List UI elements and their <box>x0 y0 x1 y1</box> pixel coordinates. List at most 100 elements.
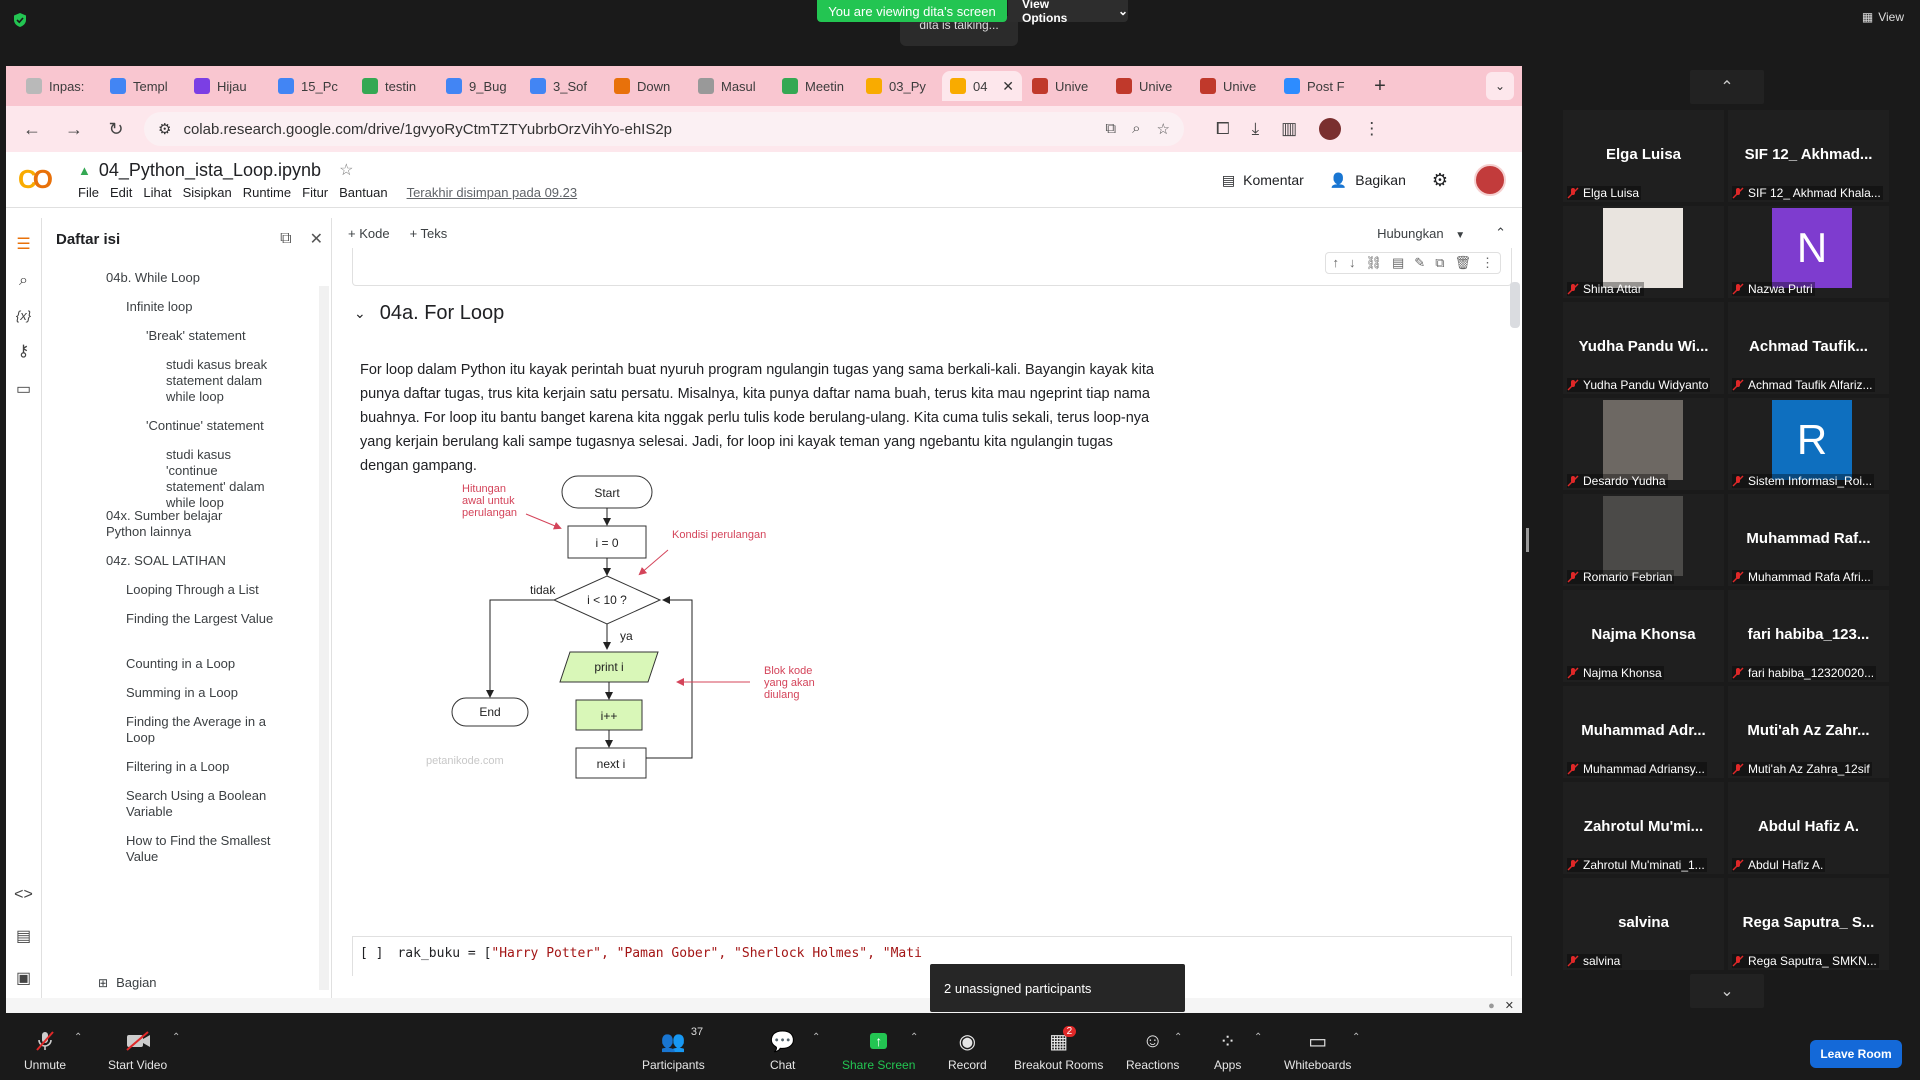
record-button[interactable]: ◉ Record <box>948 1028 987 1073</box>
browser-tab[interactable]: 04 ✕ <box>942 71 1022 101</box>
bookmark-star-icon[interactable]: ☆ <box>1157 120 1170 138</box>
toc-scrollbar[interactable] <box>319 286 329 990</box>
participant-tile[interactable]: R Sistem Informasi_Roi... <box>1728 398 1889 490</box>
browser-tab[interactable]: Hijau <box>186 71 268 101</box>
browser-tab[interactable]: Unive <box>1108 71 1190 101</box>
participant-tile[interactable]: Elga Luisa Elga Luisa <box>1563 110 1724 202</box>
toc-item[interactable]: studi kasus break statement dalam while … <box>158 357 278 405</box>
close-tab-icon[interactable]: ✕ <box>1002 78 1014 95</box>
participant-tile[interactable]: Desardo Yudha <box>1563 398 1724 490</box>
participant-tile[interactable]: Najma Khonsa Najma Khonsa <box>1563 590 1724 682</box>
participant-tile[interactable]: Shina Attar <box>1563 206 1724 298</box>
back-arrow-icon[interactable]: ← <box>18 115 46 143</box>
profile-avatar[interactable] <box>1319 118 1342 140</box>
move-up-icon[interactable]: ↑ <box>1332 255 1339 271</box>
close-icon[interactable]: ✕ <box>310 229 323 249</box>
toc-item[interactable]: How to Find the Smallest Value <box>118 833 288 865</box>
browser-tab[interactable]: Masul <box>690 71 772 101</box>
connect-runtime-button[interactable]: Hubungkan ▼ <box>1377 226 1465 241</box>
menu-item[interactable]: Lihat <box>143 185 171 200</box>
browser-tab[interactable]: 3_Sof <box>522 71 604 101</box>
site-info-icon[interactable]: ⚙ <box>158 120 171 138</box>
browser-tab[interactable]: 9_Bug <box>438 71 520 101</box>
browser-tab[interactable]: Meetin <box>774 71 856 101</box>
reactions-button[interactable]: ☺ Reactions <box>1126 1028 1179 1073</box>
toc-item[interactable]: Finding the Average in a Loop <box>118 714 288 746</box>
participant-tile[interactable]: SIF 12_ Akhmad... SIF 12_ Akhmad Khala... <box>1728 110 1889 202</box>
link-icon[interactable]: ⛓ <box>1365 255 1382 271</box>
forward-arrow-icon[interactable]: → <box>60 115 88 143</box>
toc-item[interactable]: Looping Through a List <box>118 582 288 598</box>
toc-item[interactable]: Infinite loop <box>118 299 288 315</box>
toc-item[interactable]: Summing in a Loop <box>118 685 288 701</box>
chat-button[interactable]: 💬 Chat <box>770 1028 795 1073</box>
menu-item[interactable]: Fitur <box>302 185 328 200</box>
comment-button[interactable]: ▤ Komentar <box>1222 172 1304 189</box>
last-saved-link[interactable]: Terakhir disimpan pada 09.23 <box>407 185 578 200</box>
code-cell-line[interactable]: [ ] rak_buku = ["Harry Potter", "Paman G… <box>360 946 922 961</box>
move-down-icon[interactable]: ↓ <box>1349 255 1356 271</box>
files-folder-icon[interactable]: ▭ <box>16 379 31 399</box>
close-icon[interactable]: ✕ <box>1505 999 1514 1012</box>
participant-tile[interactable]: Romario Febrian <box>1563 494 1724 586</box>
reactions-caret[interactable]: ⌃ <box>1174 1032 1182 1043</box>
participant-tile[interactable]: Rega Saputra_ S... Rega Saputra_ SMKN... <box>1728 878 1889 970</box>
comment-icon[interactable]: ▤ <box>1392 255 1404 271</box>
command-palette-icon[interactable]: ▤ <box>16 926 31 946</box>
new-tab-button[interactable]: + <box>1366 72 1394 100</box>
participant-tile[interactable]: Achmad Taufik... Achmad Taufik Alfariz... <box>1728 302 1889 394</box>
participant-tile[interactable]: Zahrotul Mu'mi... Zahrotul Mu'minati_1... <box>1563 782 1724 874</box>
participant-tile[interactable]: Abdul Hafiz A. Abdul Hafiz A. <box>1728 782 1889 874</box>
add-text-button[interactable]: + Teks <box>410 226 448 241</box>
participant-tile[interactable]: N Nazwa Putri <box>1728 206 1889 298</box>
toc-item[interactable]: Search Using a Boolean Variable <box>118 788 288 820</box>
whiteboards-button[interactable]: ▭ Whiteboards <box>1284 1028 1351 1073</box>
video-options-caret[interactable]: ⌃ <box>172 1032 180 1043</box>
notebook-title[interactable]: 04_Python_ista_Loop.ipynb <box>99 160 321 181</box>
browser-tab[interactable]: 03_Py <box>858 71 940 101</box>
apps-button[interactable]: ⁘ Apps <box>1214 1028 1241 1073</box>
unmute-button[interactable]: Unmute <box>24 1028 66 1072</box>
translate-icon[interactable]: ⧉ <box>1105 120 1116 138</box>
gallery-scroll-down-button[interactable]: ⌄ <box>1690 974 1764 1008</box>
toc-item[interactable]: 'Break' statement <box>138 328 278 344</box>
browser-tab[interactable]: 15_Pc <box>270 71 352 101</box>
variables-icon[interactable]: {x} <box>16 308 31 323</box>
panel-resize-handle[interactable] <box>1526 528 1529 552</box>
menu-item[interactable]: File <box>78 185 99 200</box>
view-button[interactable]: ▦ View <box>1862 10 1904 24</box>
section-heading[interactable]: ⌄ 04a. For Loop <box>354 302 504 325</box>
toc-item[interactable]: studi kasus 'continue statement' dalam w… <box>158 447 278 511</box>
gallery-scroll-up-button[interactable]: ⌃ <box>1690 70 1764 104</box>
apps-caret[interactable]: ⌃ <box>1254 1032 1262 1043</box>
browser-tab[interactable]: testin <box>354 71 436 101</box>
tab-search-button[interactable]: ⌄ <box>1486 72 1514 100</box>
toc-item[interactable]: Filtering in a Loop <box>118 759 288 775</box>
breakout-rooms-button[interactable]: ▦ 2 Breakout Rooms <box>1014 1026 1103 1072</box>
menu-item[interactable]: Sisipkan <box>183 185 232 200</box>
audio-options-caret[interactable]: ⌃ <box>74 1032 82 1043</box>
menu-item[interactable]: Bantuan <box>339 185 387 200</box>
colab-logo[interactable]: CO <box>18 164 58 195</box>
chat-options-caret[interactable]: ⌃ <box>812 1032 820 1043</box>
start-video-button[interactable]: Start Video <box>108 1028 167 1072</box>
browser-tab[interactable]: Unive <box>1024 71 1106 101</box>
participant-tile[interactable]: Muti'ah Az Zahr... Muti'ah Az Zahra_12sif <box>1728 686 1889 778</box>
add-section-button[interactable]: ⊞ Bagian <box>98 975 157 990</box>
open-in-tab-icon[interactable]: ⧉ <box>280 230 291 248</box>
browser-tab[interactable]: Down <box>606 71 688 101</box>
secrets-key-icon[interactable]: ⚷ <box>18 341 30 361</box>
participant-tile[interactable]: Yudha Pandu Wi... Yudha Pandu Widyanto <box>1563 302 1724 394</box>
mirror-cell-icon[interactable]: ⧉ <box>1435 255 1444 271</box>
zoom-icon[interactable]: ⌕ <box>1132 120 1140 138</box>
leave-room-button[interactable]: Leave Room <box>1810 1040 1902 1068</box>
share-options-caret[interactable]: ⌃ <box>910 1032 918 1043</box>
toc-item[interactable]: 04x. Sumber belajar Python lainnya <box>98 508 268 540</box>
browser-tab[interactable]: Post F <box>1276 71 1358 101</box>
browser-tab[interactable]: Inpas: <box>18 71 100 101</box>
terminal-icon[interactable]: ▣ <box>16 968 31 988</box>
address-bar[interactable]: ⚙ colab.research.google.com/drive/1gvyoR… <box>144 112 1184 146</box>
search-icon[interactable]: ⌕ <box>19 272 28 290</box>
browser-tab[interactable]: Unive <box>1192 71 1274 101</box>
collapse-header-icon[interactable]: ⌃ <box>1495 225 1506 241</box>
